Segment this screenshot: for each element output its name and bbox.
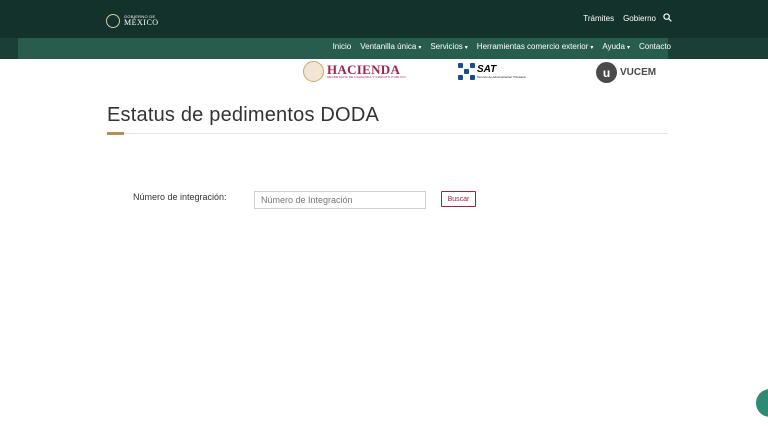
chevron-down-icon: ▾ bbox=[590, 45, 594, 51]
nav-item-label: Servicios bbox=[430, 42, 463, 51]
vucem-title: VUCEM bbox=[620, 67, 657, 78]
nav-list: Inicio Ventanilla única ▾ Servicios ▾ Herrami… bbox=[333, 42, 671, 51]
nav-item-label: Ayuda bbox=[602, 42, 625, 51]
chevron-down-icon: ▾ bbox=[418, 45, 422, 51]
nav-item-servicios[interactable]: Servicios ▾ bbox=[430, 42, 467, 51]
sat-logo[interactable]: SAT Servicio de Administración Tributari… bbox=[458, 63, 526, 80]
nav-item-ventanilla-única[interactable]: Ventanilla única ▾ bbox=[360, 42, 421, 51]
eagle-seal-icon bbox=[106, 14, 120, 28]
title-accent-bar bbox=[107, 132, 124, 135]
nav-item-ayuda[interactable]: Ayuda ▾ bbox=[602, 42, 630, 51]
nav-item-label: Herramientas comercio exterior bbox=[476, 42, 589, 51]
search-button[interactable]: Buscar bbox=[441, 191, 476, 207]
title-divider bbox=[107, 133, 668, 134]
main-navbar: Inicio Ventanilla única ▾ Servicios ▾ Herrami… bbox=[0, 38, 768, 59]
nav-item-label: Inicio bbox=[332, 42, 352, 51]
nav-item-inicio[interactable]: Inicio bbox=[333, 42, 352, 51]
sat-subtitle: Servicio de Administración Tributaria bbox=[477, 74, 526, 79]
nav-item-herramientas-comercio-exterior[interactable]: Herramientas comercio exterior ▾ bbox=[477, 42, 594, 51]
vucem-circle-icon: u bbox=[596, 62, 617, 83]
gobierno-link[interactable]: Gobierno bbox=[623, 14, 656, 23]
sat-title: SAT bbox=[477, 63, 497, 75]
integration-number-input[interactable] bbox=[254, 191, 426, 209]
gov-logo-big-text: MÉXICO bbox=[124, 18, 159, 27]
nav-item-label: Ventanilla única bbox=[360, 42, 417, 51]
hacienda-emblem-icon bbox=[303, 61, 324, 82]
page-title: Estatus de pedimentos DODA bbox=[107, 104, 379, 126]
chevron-down-icon: ▾ bbox=[626, 45, 630, 51]
top-header: GOBIERNO DE MÉXICO Trámites Gobierno bbox=[0, 0, 768, 38]
sat-grid-icon bbox=[458, 63, 475, 80]
tramites-link[interactable]: Trámites bbox=[583, 14, 614, 23]
hacienda-logo[interactable]: HACIENDA SECRETARÍA DE HACIENDA Y CRÉDIT… bbox=[303, 61, 406, 82]
nav-item-contacto[interactable]: Contacto bbox=[639, 42, 671, 51]
nav-item-label: Contacto bbox=[638, 42, 671, 51]
integration-number-label: Número de integración: bbox=[133, 192, 227, 202]
search-icon[interactable] bbox=[663, 13, 672, 24]
gobierno-de-mexico-logo[interactable]: GOBIERNO DE MÉXICO bbox=[106, 14, 159, 28]
agency-logos: HACIENDA SECRETARÍA DE HACIENDA Y CRÉDIT… bbox=[0, 60, 768, 86]
vucem-logo[interactable]: u VUCEM bbox=[596, 62, 656, 83]
chevron-down-icon: ▾ bbox=[464, 45, 468, 51]
chat-bubble-icon[interactable] bbox=[756, 389, 768, 417]
hacienda-subtitle: SECRETARÍA DE HACIENDA Y CRÉDITO PÚBLICO bbox=[327, 75, 406, 80]
top-links: Trámites Gobierno bbox=[583, 13, 672, 24]
